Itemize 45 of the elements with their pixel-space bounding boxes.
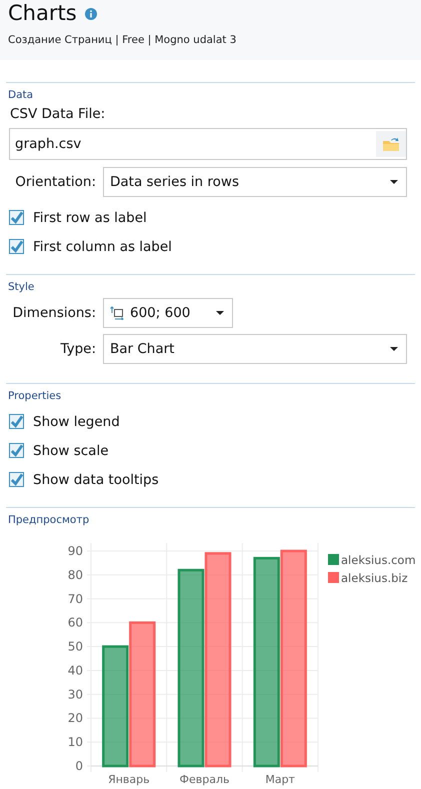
section-title: Style — [7, 281, 36, 293]
checkbox[interactable] — [9, 239, 24, 254]
checkbox-option[interactable]: Show scale — [6, 436, 415, 465]
axis-tick-label: 40 — [68, 663, 83, 678]
dropdown[interactable]: Bar Chart — [103, 334, 407, 364]
dropdown[interactable]: Data series in rows — [103, 167, 407, 197]
field-label: Type: — [59, 341, 96, 357]
section-title: Data — [7, 89, 34, 101]
axis-tick-label: 80 — [68, 568, 83, 582]
axis-tick-label: 10 — [68, 735, 83, 750]
legend-label: aleksius.com — [341, 553, 416, 567]
checkbox-option[interactable]: First row as label — [6, 203, 415, 232]
resize-icon — [110, 306, 124, 320]
checkbox[interactable] — [9, 210, 24, 225]
section-title: Предпросмотр — [7, 514, 90, 526]
field-label: Orientation: — [14, 174, 96, 190]
subtitle: Создание Страниц | Free | Mogno udalat 3 — [8, 34, 238, 46]
checkbox-option[interactable]: First column as label — [6, 232, 415, 261]
axis-category-label: Февраль — [180, 773, 230, 786]
legend-label: aleksius.biz — [341, 571, 408, 585]
checkbox-option[interactable]: Show legend — [6, 407, 415, 436]
checkbox[interactable] — [9, 443, 24, 458]
file-field[interactable]: graph.csv — [9, 128, 407, 160]
axis-tick-label: 20 — [68, 711, 83, 726]
axis-tick-label: 0 — [75, 759, 83, 773]
axis-tick-label: 30 — [68, 687, 83, 702]
section-title: Properties — [7, 390, 62, 402]
checkbox[interactable] — [9, 414, 24, 429]
field-label: Dimensions: — [12, 305, 96, 321]
caret-icon — [390, 180, 398, 184]
field-label: CSV Data File: — [9, 106, 106, 122]
info-icon[interactable] — [84, 8, 97, 20]
axis-tick-label: 50 — [68, 640, 83, 654]
caret-icon — [390, 347, 398, 351]
axis-category-label: Март — [265, 773, 295, 786]
dimensions-dropdown[interactable]: 600; 600 — [103, 298, 233, 328]
axis-category-label: Январь — [108, 773, 150, 786]
page-title: Charts — [8, 0, 77, 26]
caret-icon — [216, 311, 224, 315]
checkbox[interactable] — [9, 472, 24, 487]
axis-tick-label: 60 — [68, 616, 83, 630]
axis-tick-label: 90 — [68, 544, 83, 558]
axis-tick-label: 70 — [68, 592, 83, 606]
folder-icon — [382, 136, 400, 152]
checkbox-option[interactable]: Show data tooltips — [6, 465, 415, 494]
